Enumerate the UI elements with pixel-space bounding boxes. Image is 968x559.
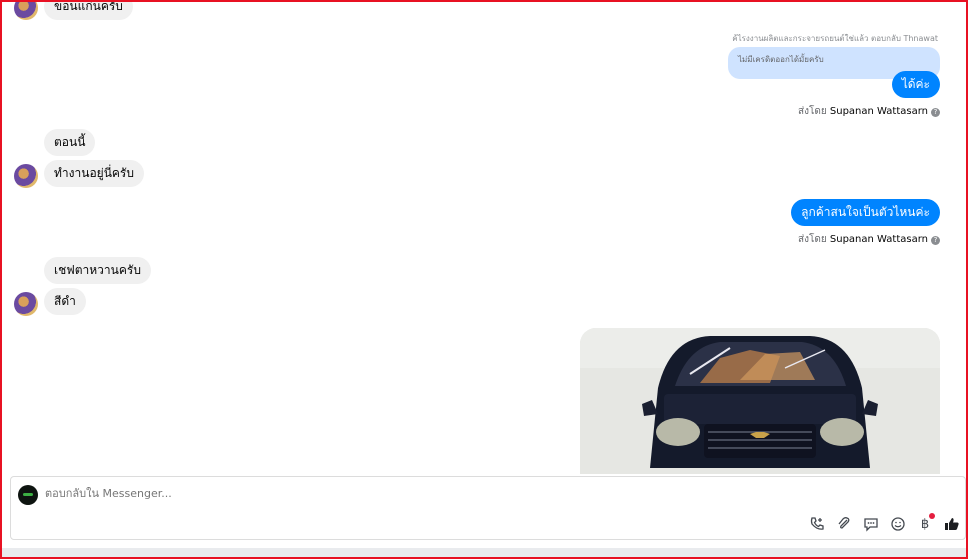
notification-dot	[929, 513, 935, 519]
contact-avatar[interactable]	[14, 292, 38, 316]
message-composer: ฿	[10, 476, 966, 540]
reply-input[interactable]	[45, 487, 745, 500]
composer-toolbar: ฿	[808, 513, 961, 533]
outgoing-message[interactable]: ลูกค้าสนใจเป็นตัวไหนค่ะ	[791, 199, 940, 226]
incoming-message[interactable]: เชฟตาหวานครับ	[44, 257, 151, 284]
incoming-message[interactable]: ขอนแก่นครับ	[44, 2, 133, 20]
contact-avatar[interactable]	[14, 164, 38, 188]
sender-name: Supanan Wattasarn	[829, 234, 928, 245]
contact-avatar[interactable]	[14, 2, 38, 20]
incoming-message[interactable]: ทำงานอยู่นี่ครับ	[44, 160, 144, 187]
attach-icon[interactable]	[835, 515, 853, 533]
incoming-message[interactable]: สีดำ	[44, 288, 86, 315]
baht-symbol: ฿	[920, 516, 930, 532]
saved-reply-icon[interactable]	[862, 515, 880, 533]
phone-add-icon[interactable]	[808, 515, 826, 533]
payment-icon[interactable]: ฿	[916, 513, 935, 533]
conversation-thread: ขอนแก่นครับ ค้ไรงงานผลิตและกระจายรถยนต์ใ…	[2, 2, 966, 474]
sender-name: Supanan Wattasarn	[829, 106, 928, 117]
sent-by-label: ส่งโดย Supanan Wattasarn?	[798, 232, 940, 247]
sent-by-prefix: ส่งโดย	[797, 234, 827, 245]
help-icon[interactable]: ?	[931, 108, 940, 117]
help-icon[interactable]: ?	[931, 236, 940, 245]
page-avatar	[18, 485, 38, 505]
bottom-strip	[2, 548, 966, 557]
outgoing-message[interactable]: ได้ค่ะ	[891, 71, 940, 98]
sent-by-prefix: ส่งโดย	[797, 106, 827, 117]
incoming-message[interactable]: ตอนนี้	[44, 129, 96, 156]
like-icon[interactable]	[943, 515, 961, 533]
sent-by-label: ส่งโดย Supanan Wattasarn?	[798, 104, 940, 119]
car-illustration	[580, 328, 940, 474]
car-photo[interactable]	[580, 328, 940, 474]
reply-context: ค้ไรงงานผลิตและกระจายรถยนต์ใช่แล้ว ตอบกล…	[732, 34, 938, 43]
emoji-icon[interactable]	[889, 515, 907, 533]
